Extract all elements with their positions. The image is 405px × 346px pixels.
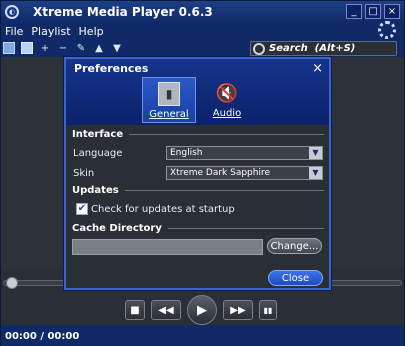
divider bbox=[124, 190, 324, 191]
tab-audio-label: Audio bbox=[212, 108, 242, 119]
move-down-icon[interactable]: ▼ bbox=[111, 42, 123, 54]
change-button[interactable]: Change... bbox=[267, 238, 322, 254]
clear-icon[interactable]: ✎ bbox=[75, 42, 87, 54]
status-bar: 00:00 / 00:00 bbox=[1, 325, 404, 346]
close-dialog-button[interactable]: Close bbox=[268, 270, 323, 286]
language-select[interactable]: English ▼ bbox=[166, 146, 323, 160]
tab-general[interactable]: ▮ General bbox=[142, 77, 196, 123]
search-icon bbox=[253, 42, 265, 55]
tab-audio[interactable]: 🔇 Audio bbox=[200, 77, 254, 123]
open-folder-icon[interactable] bbox=[3, 42, 15, 54]
next-button[interactable]: ▶▶ bbox=[223, 300, 253, 320]
move-up-icon[interactable]: ▲ bbox=[93, 42, 105, 54]
audio-icon: 🔇 bbox=[215, 82, 239, 104]
seek-thumb[interactable] bbox=[6, 277, 18, 289]
skin-value: Xtreme Dark Sapphire bbox=[170, 168, 271, 178]
dialog-title: Preferences bbox=[74, 62, 149, 75]
cache-directory-field[interactable] bbox=[72, 239, 263, 255]
language-value: English bbox=[170, 148, 203, 158]
play-button[interactable]: ▶ bbox=[187, 295, 217, 325]
section-updates: Updates bbox=[72, 185, 324, 196]
menu-file[interactable]: File bbox=[5, 25, 23, 38]
app-title: Xtreme Media Player 0.6.3 bbox=[33, 5, 213, 19]
app-logo-icon: ◐ bbox=[5, 5, 19, 19]
section-updates-label: Updates bbox=[72, 185, 119, 196]
general-icon: ▮ bbox=[158, 82, 180, 106]
section-cache: Cache Directory bbox=[72, 223, 324, 234]
chevron-down-icon[interactable]: ▼ bbox=[309, 147, 322, 159]
skin-select[interactable]: Xtreme Dark Sapphire ▼ bbox=[166, 166, 323, 180]
divider bbox=[167, 228, 324, 229]
section-interface-label: Interface bbox=[72, 129, 124, 140]
check-updates-label: Check for updates at startup bbox=[91, 204, 235, 215]
playback-controls: ■ ◀◀ ▶ ▶▶ ▮▮ bbox=[125, 295, 277, 325]
search-input[interactable] bbox=[269, 43, 389, 54]
section-interface: Interface bbox=[72, 129, 324, 140]
stop-button[interactable]: ■ bbox=[125, 300, 145, 320]
close-button[interactable]: × bbox=[384, 4, 400, 19]
window-controls: _ □ × bbox=[346, 4, 400, 19]
menu-playlist[interactable]: Playlist bbox=[31, 25, 70, 38]
save-playlist-icon[interactable] bbox=[21, 42, 33, 54]
loading-spinner-icon bbox=[378, 21, 396, 39]
add-icon[interactable]: + bbox=[39, 42, 51, 54]
divider bbox=[129, 134, 324, 135]
menu-help[interactable]: Help bbox=[79, 25, 104, 38]
section-cache-label: Cache Directory bbox=[72, 223, 162, 234]
maximize-button[interactable]: □ bbox=[365, 4, 381, 19]
skin-label: Skin bbox=[73, 168, 95, 179]
time-display: 00:00 / 00:00 bbox=[5, 330, 80, 342]
minimize-button[interactable]: _ bbox=[346, 4, 362, 19]
language-label: Language bbox=[73, 148, 123, 159]
remove-icon[interactable]: − bbox=[57, 42, 69, 54]
search-box[interactable] bbox=[250, 41, 397, 56]
dialog-close-icon[interactable]: × bbox=[312, 61, 323, 76]
chevron-down-icon[interactable]: ▼ bbox=[309, 167, 322, 179]
previous-button[interactable]: ◀◀ bbox=[151, 300, 181, 320]
check-updates-checkbox[interactable]: ✔ bbox=[76, 203, 88, 215]
tab-general-label: General bbox=[149, 109, 189, 120]
title-bar: ◐ Xtreme Media Player 0.6.3 _ □ × bbox=[1, 1, 404, 23]
dialog-header: Preferences × ▮ General 🔇 Audio bbox=[66, 59, 329, 125]
menu-bar: File Playlist Help bbox=[1, 23, 404, 39]
equalizer-button[interactable]: ▮▮ bbox=[259, 300, 277, 320]
preferences-dialog: Preferences × ▮ General 🔇 Audio Interfac… bbox=[64, 57, 331, 290]
